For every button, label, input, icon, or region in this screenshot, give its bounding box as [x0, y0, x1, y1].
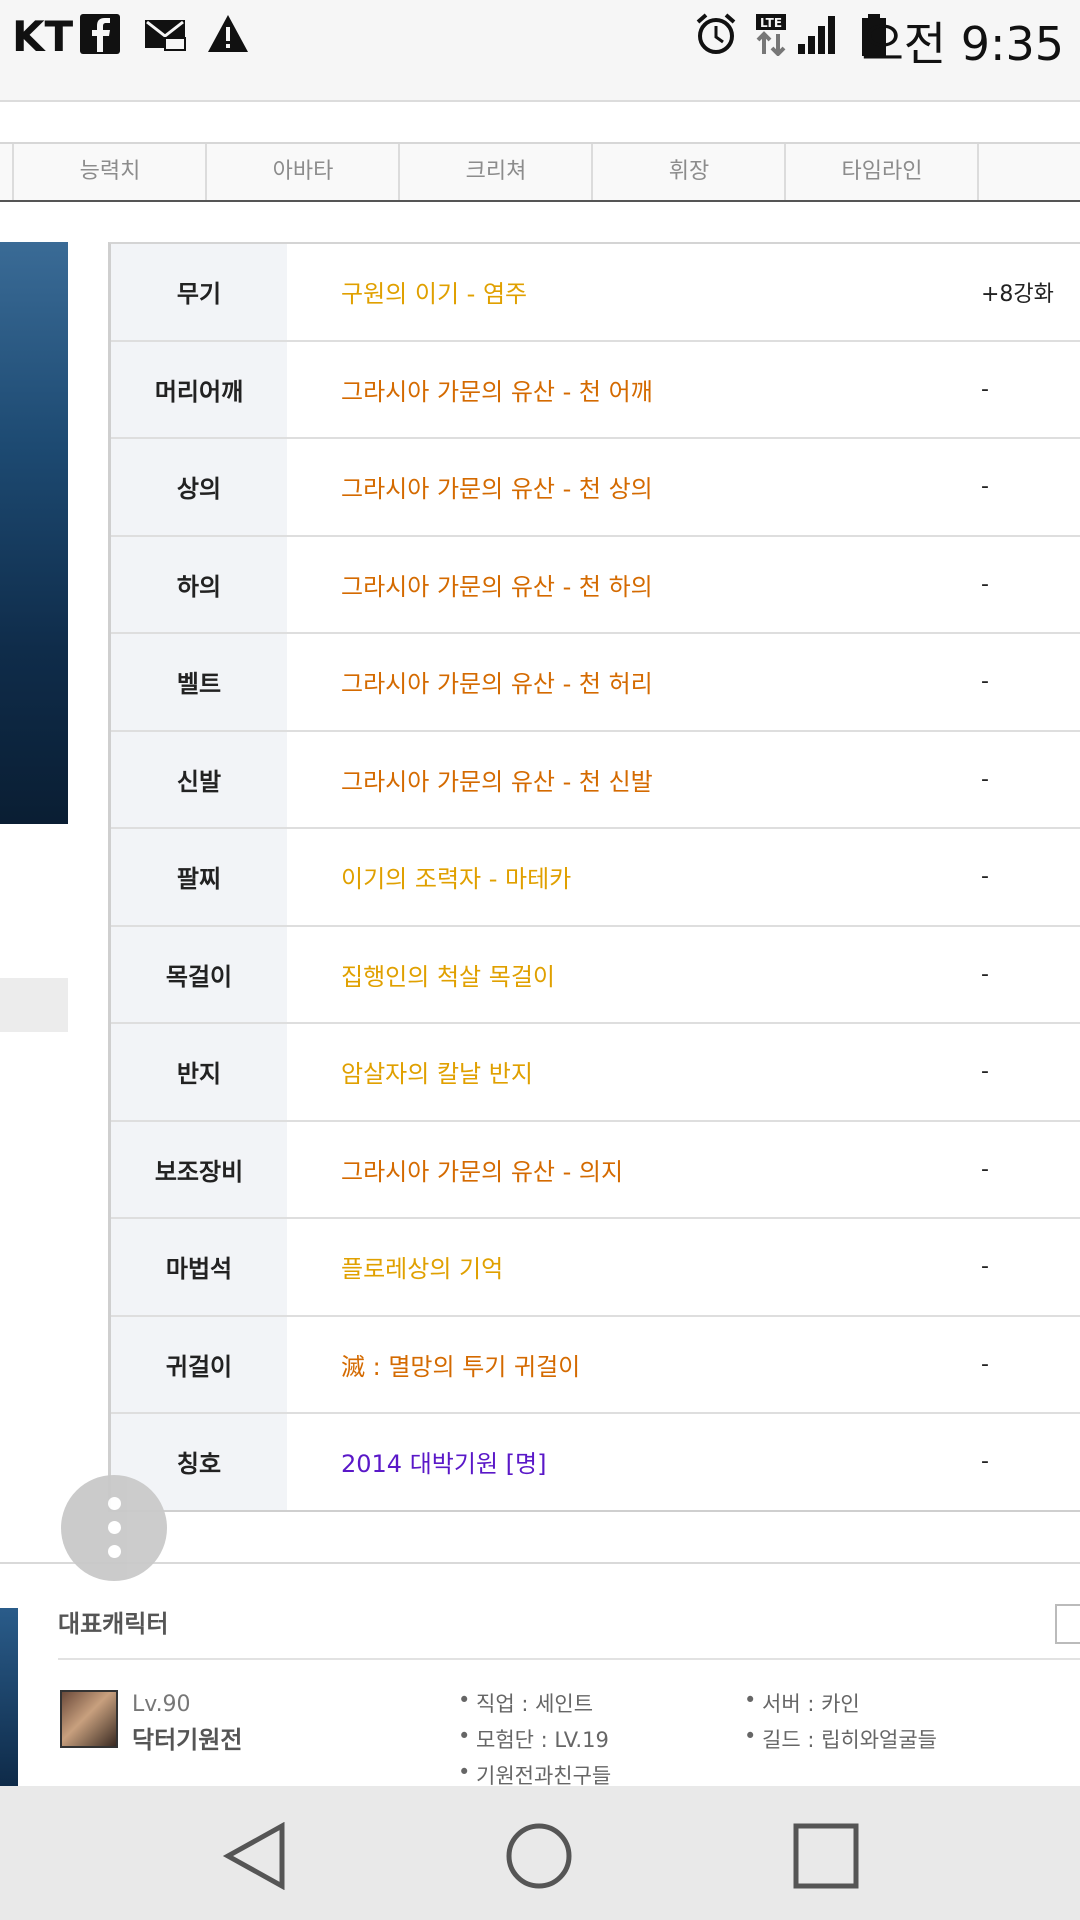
enhance-value: -	[981, 864, 989, 890]
slot-label: 목걸이	[111, 926, 287, 1022]
enhance-value: -	[981, 571, 989, 597]
enhance-value: -	[981, 961, 989, 987]
enhance-value: -	[981, 1156, 989, 1182]
enhance-value: -	[981, 766, 989, 792]
profile-tabs: 능력치 아바타 크리쳐 휘장 타임라인	[0, 142, 1080, 202]
carrier-label: KT	[12, 12, 74, 61]
item-link[interactable]: 집행인의 척살 목걸이	[341, 927, 555, 1023]
equipment-row: 하의 그라시아 가문의 유산 - 천 하의 -	[111, 536, 1080, 634]
enhance-value: -	[981, 474, 989, 500]
equipment-row: 팔찌 이기의 조력자 - 마테카 -	[111, 829, 1080, 927]
tab-creature[interactable]: 크리쳐	[398, 144, 592, 200]
adventure-info: 모험단 : LV.19	[458, 1724, 609, 1754]
equipment-row: 보조장비 그라시아 가문의 유산 - 의지 -	[111, 1121, 1080, 1219]
equipment-row: 벨트 그라시아 가문의 유산 - 천 허리 -	[111, 634, 1080, 732]
slot-label: 신발	[111, 731, 287, 827]
equipment-row: 목걸이 집행인의 척살 목걸이 -	[111, 926, 1080, 1024]
enhance-value: -	[981, 669, 989, 695]
equipment-row: 신발 그라시아 가문의 유산 - 천 신발 -	[111, 731, 1080, 829]
item-link[interactable]: 이기의 조력자 - 마테카	[341, 829, 571, 925]
representative-character-panel: 대표캐릭터 Lv.90 닥터기원전 직업 : 세인트 모험단 : LV.19 기…	[0, 1562, 1080, 1788]
slot-label: 무기	[111, 244, 287, 340]
home-icon[interactable]	[505, 1822, 573, 1890]
avatar[interactable]	[60, 1690, 118, 1748]
character-level: Lv.90	[132, 1692, 191, 1717]
status-bar: KT LTE 오전 9:35	[0, 0, 1080, 72]
slot-label: 보조장비	[111, 1121, 287, 1217]
equipment-row: 무기 구원의 이기 - 염주 +8강화	[111, 244, 1080, 342]
item-link[interactable]: 그라시아 가문의 유산 - 천 상의	[341, 439, 653, 535]
menu-dot-icon	[108, 1545, 121, 1558]
equipment-table: 무기 구원의 이기 - 염주 +8강화 머리어깨 그라시아 가문의 유산 - 천…	[108, 242, 1080, 1512]
server-info: 서버 : 카인	[744, 1688, 860, 1718]
divider	[58, 1658, 1080, 1660]
side-image-strip	[0, 1608, 18, 1788]
item-link[interactable]: 그라시아 가문의 유산 - 천 어깨	[341, 342, 653, 438]
enhance-value: -	[981, 1254, 989, 1280]
slot-label: 벨트	[111, 634, 287, 730]
tab-emblem[interactable]: 휘장	[591, 144, 785, 200]
page-header-strip	[0, 72, 1080, 102]
enhance-value: -	[981, 1059, 989, 1085]
enhance-value: +8강화	[981, 281, 1054, 307]
enhance-value: -	[981, 1449, 989, 1475]
more-button[interactable]	[1055, 1604, 1080, 1644]
equipment-row: 반지 암살자의 칼날 반지 -	[111, 1024, 1080, 1122]
recents-icon[interactable]	[792, 1822, 860, 1890]
menu-dot-icon	[108, 1497, 121, 1510]
item-link[interactable]: 플로레상의 기억	[341, 1219, 503, 1315]
item-link[interactable]: 滅 : 멸망의 투기 귀걸이	[341, 1317, 580, 1413]
lte-icon: LTE	[756, 14, 786, 56]
enhance-value: -	[981, 376, 989, 402]
tab-avatar[interactable]: 아바타	[205, 144, 399, 200]
section-title: 대표캐릭터	[58, 1610, 169, 1638]
equipment-row: 칭호 2014 대박기원 [명] -	[111, 1414, 1080, 1510]
item-link[interactable]: 그라시아 가문의 유산 - 천 허리	[341, 634, 653, 730]
slot-label: 팔찌	[111, 829, 287, 925]
side-panel-bar	[0, 978, 68, 1032]
character-name[interactable]: 닥터기원전	[132, 1720, 242, 1755]
signal-icon	[798, 16, 835, 54]
tab-timeline[interactable]: 타임라인	[784, 144, 978, 200]
alarm-icon	[696, 13, 736, 54]
slot-label: 귀걸이	[111, 1316, 287, 1412]
clock: 오전 9:35	[861, 17, 1064, 71]
tab-stats[interactable]: 능력치	[12, 144, 206, 200]
slot-label: 마법석	[111, 1219, 287, 1315]
equipment-row: 상의 그라시아 가문의 유산 - 천 상의 -	[111, 439, 1080, 537]
item-link[interactable]: 그라시아 가문의 유산 - 천 신발	[341, 732, 653, 828]
menu-dot-icon	[108, 1521, 121, 1534]
floating-menu-button[interactable]	[61, 1475, 167, 1581]
equipment-row: 머리어깨 그라시아 가문의 유산 - 천 어깨 -	[111, 341, 1080, 439]
tab-divider	[977, 144, 1080, 200]
navigation-bar	[0, 1786, 1080, 1920]
enhance-value: -	[981, 1351, 989, 1377]
item-link[interactable]: 2014 대박기원 [명]	[341, 1414, 546, 1510]
item-link[interactable]: 그라시아 가문의 유산 - 천 하의	[341, 537, 653, 633]
slot-label: 상의	[111, 439, 287, 535]
character-image	[0, 242, 68, 824]
equipment-row: 귀걸이 滅 : 멸망의 투기 귀걸이 -	[111, 1316, 1080, 1414]
mail-icon	[145, 20, 186, 51]
item-link[interactable]: 암살자의 칼날 반지	[341, 1024, 533, 1120]
warning-icon	[208, 15, 248, 52]
back-icon[interactable]	[222, 1822, 290, 1890]
guild-info: 길드 : 립히와얼굴들	[744, 1724, 937, 1754]
slot-label: 하의	[111, 536, 287, 632]
slot-label: 머리어깨	[111, 341, 287, 437]
facebook-icon	[80, 14, 120, 54]
job-info: 직업 : 세인트	[458, 1688, 593, 1718]
item-link[interactable]: 그라시아 가문의 유산 - 의지	[341, 1122, 623, 1218]
slot-label: 반지	[111, 1024, 287, 1120]
equipment-row: 마법석 플로레상의 기억 -	[111, 1219, 1080, 1317]
item-link[interactable]: 구원의 이기 - 염주	[341, 244, 527, 340]
svg-text:LTE: LTE	[760, 16, 782, 30]
